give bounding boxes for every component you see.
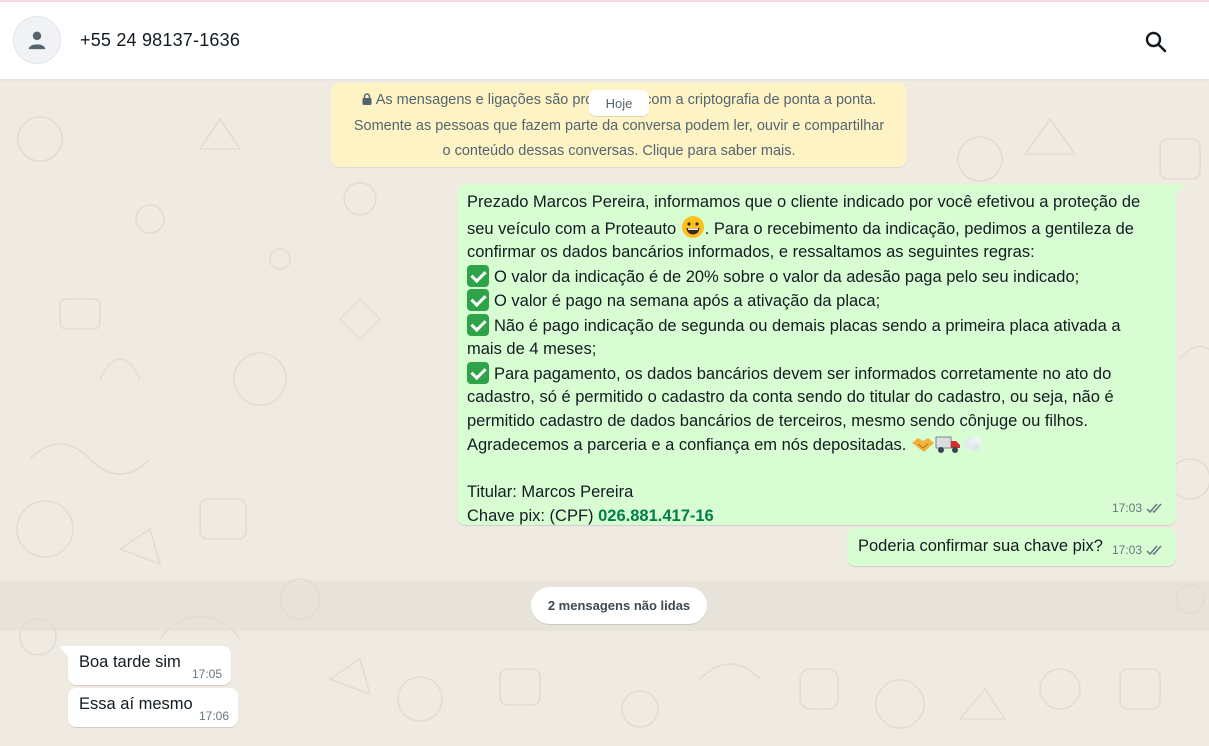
message-line: Agradecemos a parceria e a confiança em … — [467, 433, 1166, 458]
message-line: mais de 4 meses; — [467, 340, 597, 358]
encryption-line-2: Somente as pessoas que fazem parte da co… — [353, 117, 885, 134]
date-label: Hoje — [589, 90, 649, 116]
message-line: Para pagamento, os dados bancários devem… — [467, 361, 1166, 387]
double-check-icon — [1146, 545, 1162, 555]
check-mark-button-icon — [467, 313, 489, 336]
lock-icon — [362, 93, 372, 105]
check-mark-button-icon — [467, 361, 489, 384]
message-line: Não é pago indicação de segunda ou demai… — [467, 313, 1166, 339]
pix-key-link[interactable]: 026.881.417-16 — [598, 507, 714, 525]
message-text: Essa aí mesmo — [79, 695, 193, 713]
outgoing-message[interactable]: Prezado Marcos Pereira, informamos que o… — [457, 184, 1176, 525]
check-mark-button-icon — [467, 264, 489, 287]
message-time: 17:06 — [198, 709, 229, 723]
outgoing-message[interactable]: Poderia confirmar sua chave pix? 17:03 — [847, 528, 1176, 566]
search-button[interactable] — [1140, 26, 1172, 58]
incoming-bubble-tail — [59, 646, 68, 657]
message-time: 17:03 — [1111, 500, 1142, 515]
chat-header: +55 24 98137-1636 — [0, 2, 1209, 79]
message-meta: 17:03 — [1112, 497, 1164, 521]
message-line: Prezado Marcos Pereira, informamos que o… — [467, 193, 1141, 211]
outgoing-bubble-tail — [1176, 184, 1185, 195]
double-check-icon — [1146, 503, 1162, 513]
message-line: Chave pix: (CPF) 026.881.417-16 — [467, 506, 714, 525]
chat-area[interactable]: As mensagens e ligações são protegidas c… — [0, 79, 1209, 746]
default-user-icon — [28, 31, 46, 50]
handshake-emoji — [911, 438, 934, 452]
truck-emoji — [935, 436, 960, 453]
check-mark-button-icon — [467, 289, 489, 311]
message-line: seu veículo com a Proteauto . Para o rec… — [467, 215, 1166, 242]
message-line: O valor da indicação é de 20% sobre o va… — [467, 264, 1166, 290]
message-line: confirmar os dados bancários informados,… — [467, 243, 1035, 261]
message-line: cadastro, só é permitido o cadastro da c… — [467, 388, 1114, 406]
message-text: Boa tarde sim — [79, 653, 181, 671]
message-line: O valor é pago na semana após a ativação… — [467, 289, 1166, 314]
message-line: Titular: Marcos Pereira — [467, 483, 634, 501]
message-time: 17:05 — [191, 667, 222, 681]
message-meta: 17:03 — [1112, 539, 1164, 563]
contact-name[interactable]: +55 24 98137-1636 — [80, 30, 240, 51]
message-time: 17:03 — [1111, 542, 1142, 557]
message-text: Poderia confirmar sua chave pix? — [858, 537, 1103, 555]
grinning-face-emoji — [681, 215, 704, 238]
unread-messages-label: 2 mensagens não lidas — [531, 587, 707, 624]
incoming-message[interactable]: Essa aí mesmo 17:06 — [68, 688, 238, 727]
contact-avatar[interactable] — [13, 16, 61, 64]
dash-symbol-emoji — [963, 437, 981, 451]
encryption-line-3: o conteúdo dessas conversas. Clique para… — [442, 143, 796, 159]
search-icon — [1145, 31, 1167, 53]
incoming-message[interactable]: Boa tarde sim 17:05 — [68, 646, 231, 685]
message-line: permitido cadastro de dados bancários de… — [467, 411, 1088, 430]
